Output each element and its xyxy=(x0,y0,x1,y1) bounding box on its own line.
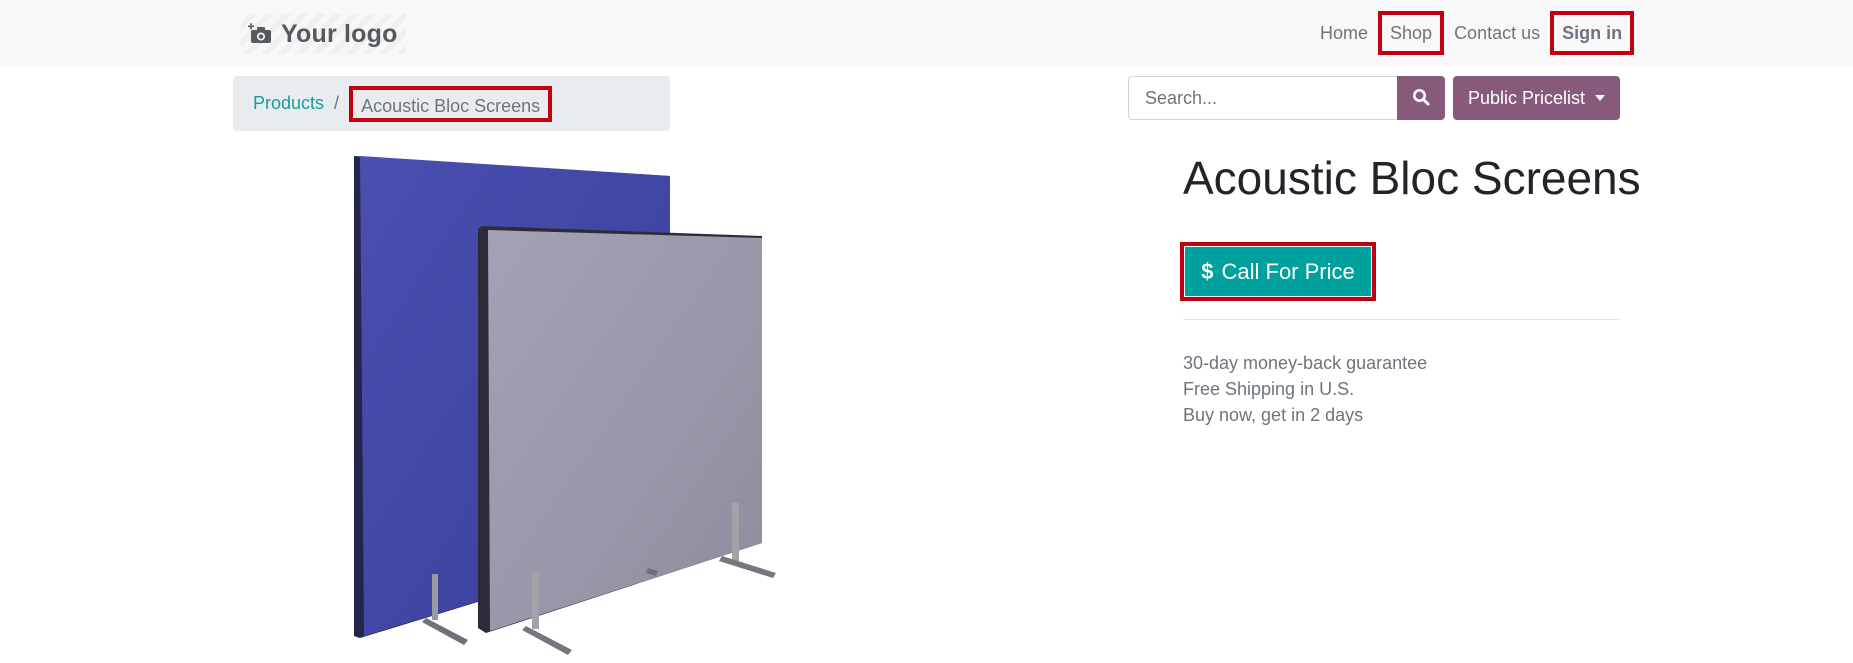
nav-home[interactable]: Home xyxy=(1310,11,1378,55)
breadcrumb-separator: / xyxy=(334,93,340,113)
nav-sign-in[interactable]: Sign in xyxy=(1550,11,1635,55)
nav-contact-us[interactable]: Contact us xyxy=(1444,11,1550,55)
logo-text: Your logo xyxy=(281,19,398,48)
caret-down-icon xyxy=(1595,95,1606,101)
perk-item: Free Shipping in U.S. xyxy=(1183,379,1355,399)
product-perks: 30-day money-back guarantee Free Shippin… xyxy=(1183,350,1427,428)
perk-item: 30-day money-back guarantee xyxy=(1183,353,1428,373)
breadcrumb-products-link[interactable]: Products xyxy=(253,93,324,114)
breadcrumb-current: Acoustic Bloc Screens xyxy=(349,85,553,122)
search-button[interactable] xyxy=(1397,76,1445,120)
call-for-price-label: Call For Price xyxy=(1221,258,1355,284)
search-bar xyxy=(1128,76,1445,120)
dollar-icon: $ xyxy=(1201,258,1214,284)
call-for-price-button[interactable]: $ Call For Price xyxy=(1185,247,1371,296)
logo[interactable]: Your logo xyxy=(241,14,406,54)
divider xyxy=(1183,319,1620,320)
product-image xyxy=(340,148,800,658)
search-input[interactable] xyxy=(1128,76,1397,120)
product-title: Acoustic Bloc Screens xyxy=(1183,152,1641,204)
top-navbar: Your logo Home Shop Contact us Sign in xyxy=(0,0,1853,66)
main-nav: Home Shop Contact us Sign in xyxy=(1310,11,1635,55)
camera-plus-icon xyxy=(247,23,273,45)
call-for-price-highlight: $ Call For Price xyxy=(1180,242,1376,301)
pricelist-label: Public Pricelist xyxy=(1467,87,1586,108)
pricelist-dropdown[interactable]: Public Pricelist xyxy=(1453,76,1620,120)
search-icon xyxy=(1412,88,1430,109)
breadcrumb: Products / Acoustic Bloc Screens xyxy=(233,76,670,131)
perk-item: Buy now, get in 2 days xyxy=(1183,405,1364,425)
nav-shop[interactable]: Shop xyxy=(1378,11,1445,55)
